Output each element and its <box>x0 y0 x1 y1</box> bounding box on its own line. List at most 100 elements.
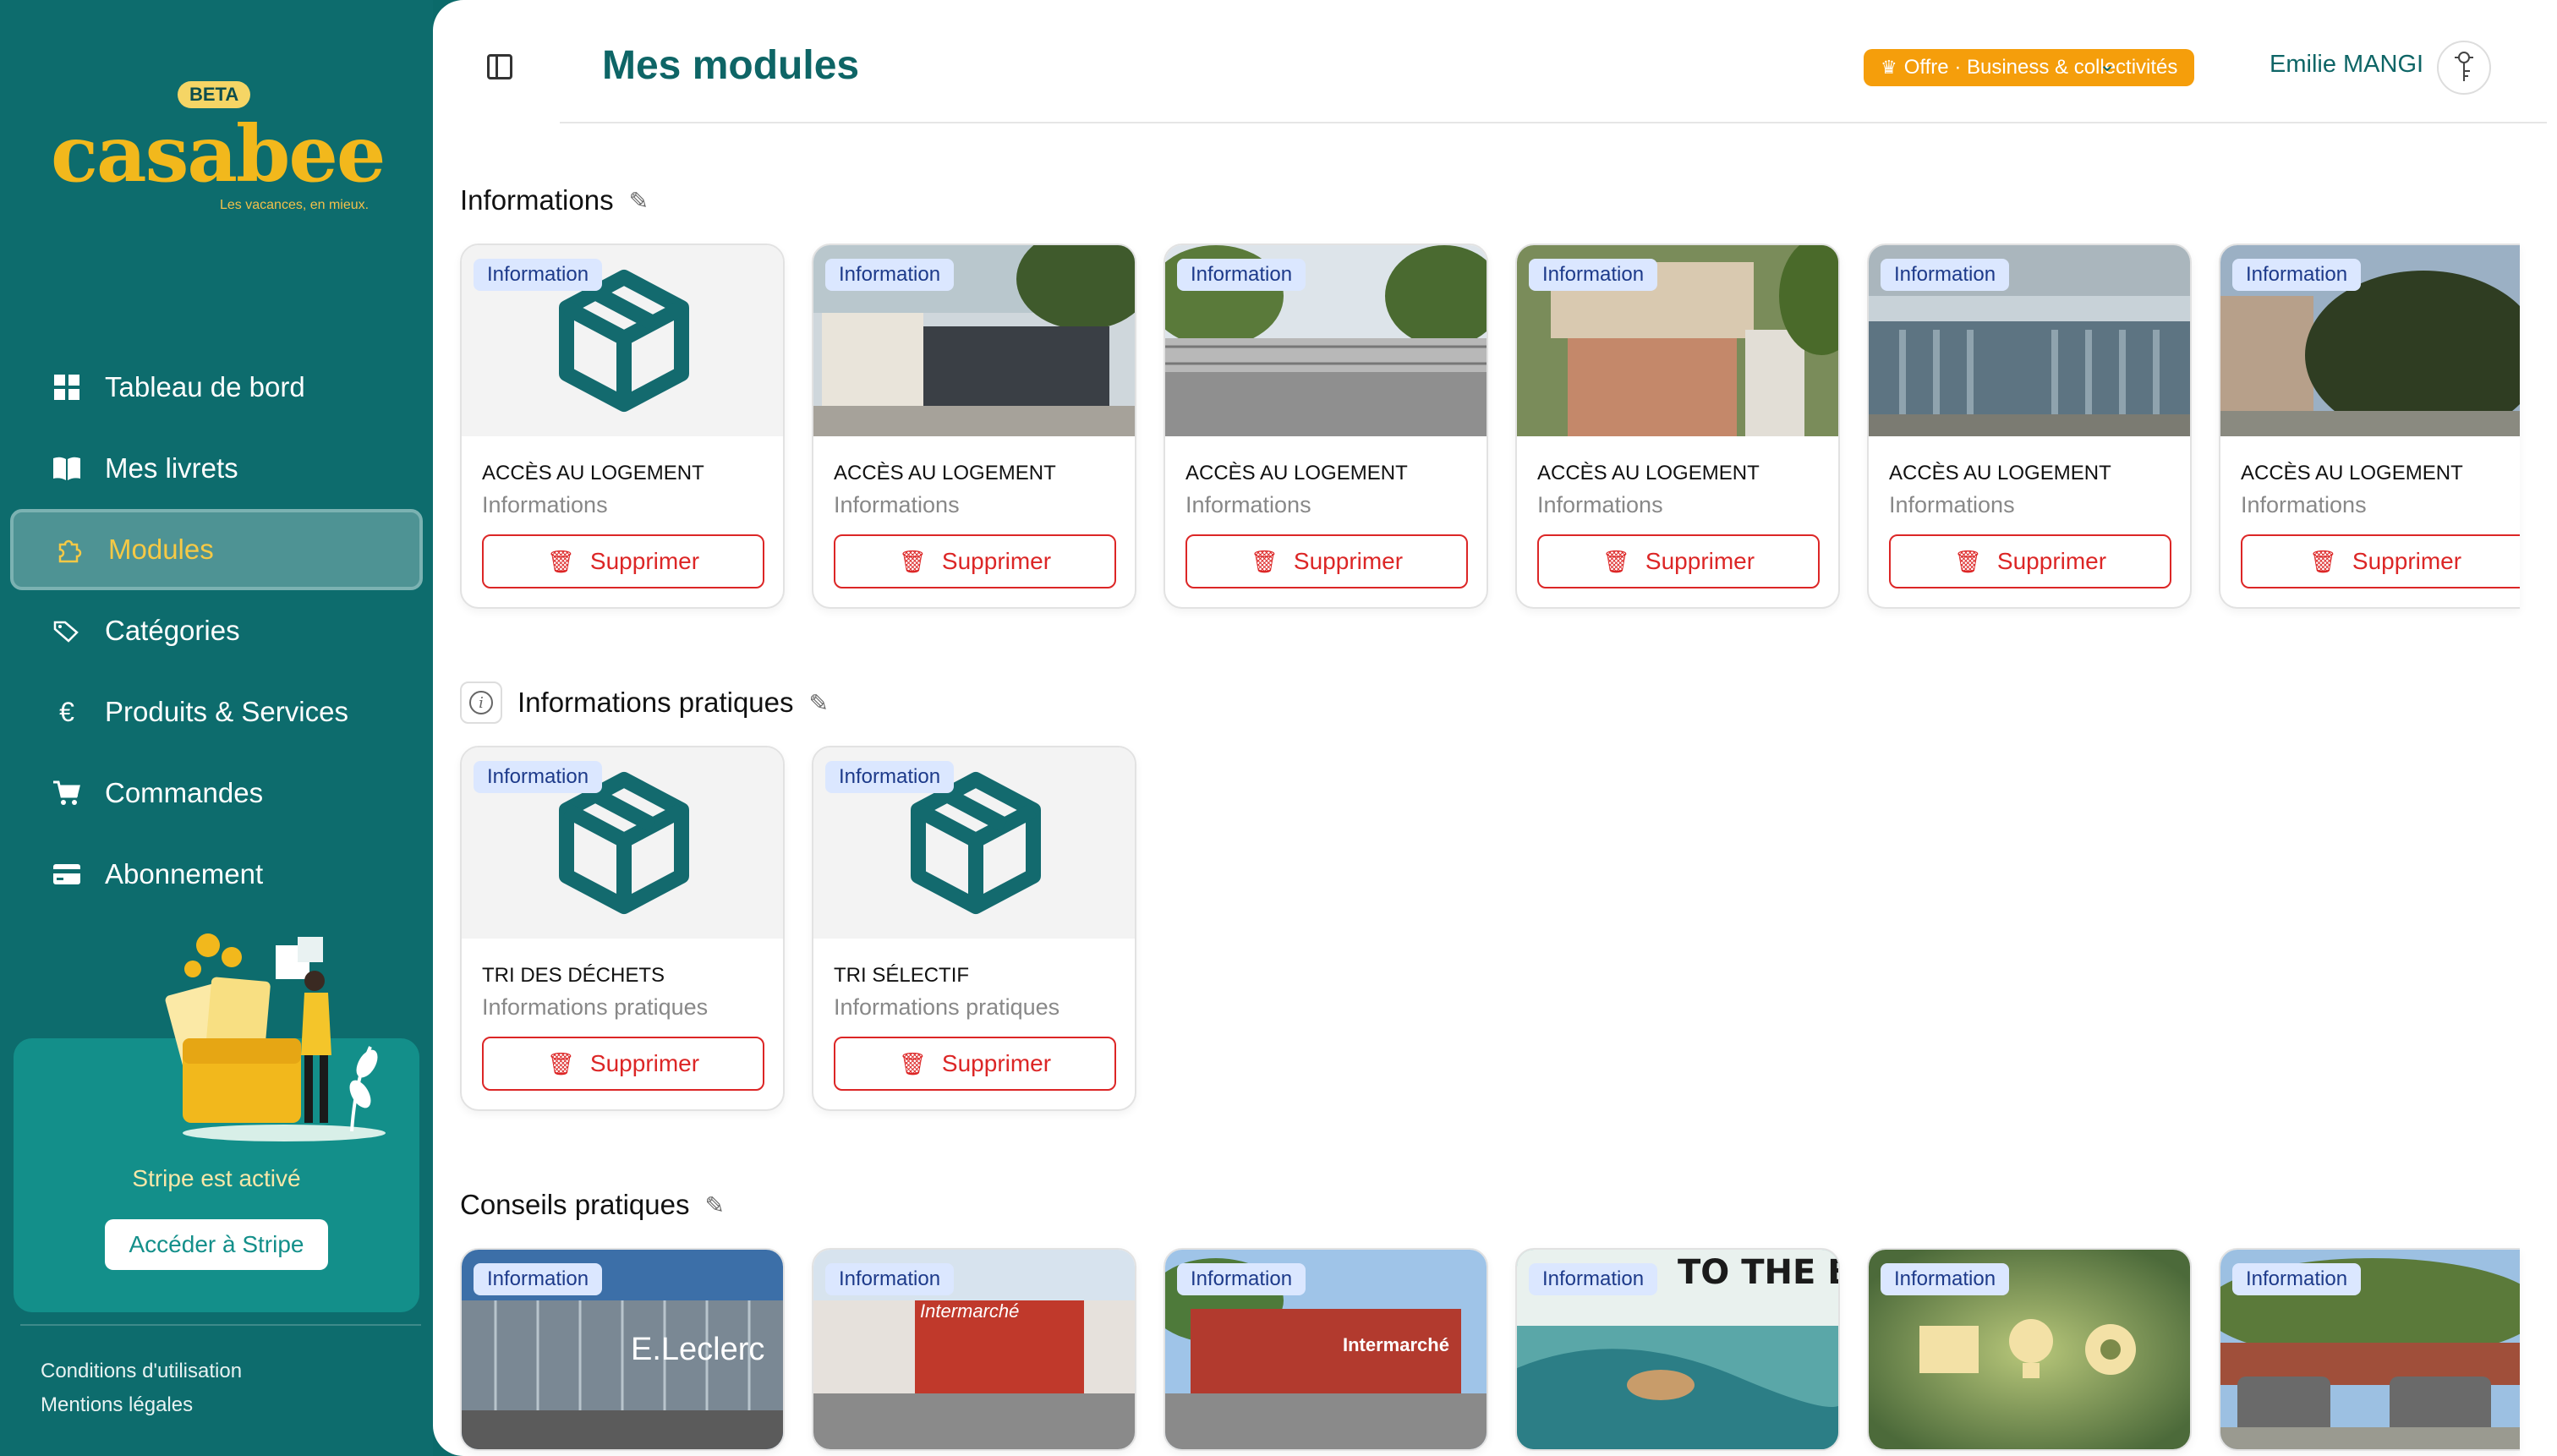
card-category: Informations pratiques <box>834 994 1060 1020</box>
sidebar-item-categories[interactable]: Catégories <box>10 590 423 671</box>
cards-row-conseils-pratiques: E.Leclerc Information Intermarché Inform… <box>460 1248 2520 1451</box>
trash-icon: 🗑 <box>898 548 927 574</box>
credit-card-icon <box>52 860 81 889</box>
sidebar-item-mes-livrets[interactable]: Mes livrets <box>10 428 423 509</box>
section-label: Informations pratiques <box>517 687 794 718</box>
card-badge: Information <box>474 259 603 291</box>
module-card[interactable]: Information ACCÈS AU LOGEMENT Informatio… <box>460 244 785 609</box>
cards-row-informations: Information ACCÈS AU LOGEMENT Informatio… <box>460 244 2520 609</box>
card-badge: Information <box>2232 259 2362 291</box>
module-card[interactable]: TO THE BEACH Information <box>1515 1248 1840 1451</box>
puzzle-icon <box>56 535 85 564</box>
module-card[interactable]: Information <box>1867 1248 2192 1451</box>
pencil-icon[interactable]: ✎ <box>704 1191 724 1219</box>
stripe-card: Stripe est activé Accéder à Stripe <box>14 933 419 1312</box>
delete-button[interactable]: 🗑 Supprimer <box>2241 534 2520 588</box>
card-category: Informations <box>1185 492 1311 517</box>
delete-button[interactable]: 🗑 Supprimer <box>834 534 1116 588</box>
dashboard-icon <box>52 373 81 402</box>
module-card[interactable]: E.Leclerc Information <box>460 1248 785 1451</box>
sidebar-item-label: Produits & Services <box>105 696 348 727</box>
user-name[interactable]: Emilie MANGI <box>2270 51 2423 79</box>
module-card[interactable]: Intermarché Information <box>1164 1248 1488 1451</box>
topbar: Mes modules ♛ Offre · Business & collect… <box>433 0 2557 123</box>
store-sign: Intermarché <box>1343 1334 1449 1355</box>
module-card[interactable]: Intermarché Information <box>812 1248 1136 1451</box>
trash-icon: 🗑 <box>898 1050 927 1076</box>
module-card[interactable]: Information ACCÈS AU LOGEMENT Informatio… <box>812 244 1136 609</box>
sidebar-toggle-icon[interactable] <box>487 54 512 79</box>
card-badge: Information <box>2232 1263 2362 1295</box>
delete-button[interactable]: 🗑 Supprimer <box>482 534 764 588</box>
card-title: ACCÈS AU LOGEMENT <box>834 462 1056 484</box>
module-card[interactable]: Information TRI DES DÉCHETS Informations… <box>460 746 785 1111</box>
sidebar-item-label: Mes livrets <box>105 452 238 484</box>
module-card[interactable]: Information <box>2219 1248 2520 1451</box>
pencil-icon[interactable]: ✎ <box>629 187 649 215</box>
card-category: Informations <box>482 492 608 517</box>
page-title: Mes modules <box>602 43 860 88</box>
delete-button[interactable]: 🗑 Supprimer <box>482 1037 764 1091</box>
sidebar: BETA casabee Les vacances, en mieux. Tab… <box>0 0 433 1456</box>
sidebar-item-produits-services[interactable]: € Produits & Services <box>10 671 423 753</box>
card-title: ACCÈS AU LOGEMENT <box>1185 462 1408 484</box>
card-category: Informations pratiques <box>482 994 709 1020</box>
card-badge: Information <box>825 259 955 291</box>
wallet-illustration <box>165 933 386 1141</box>
card-badge: Information <box>1177 1263 1306 1295</box>
cards-row-informations-pratiques: Information TRI DES DÉCHETS Informations… <box>460 746 1164 1111</box>
sidebar-divider <box>20 1324 421 1326</box>
module-card[interactable]: Information ACCÈS AU LOGEMENT Informatio… <box>1515 244 1840 609</box>
trash-icon: 🗑 <box>546 548 575 574</box>
card-title: TRI DES DÉCHETS <box>482 964 665 987</box>
module-card[interactable]: Information TRI SÉLECTIF Informations pr… <box>812 746 1136 1111</box>
card-title: ACCÈS AU LOGEMENT <box>2241 462 2463 484</box>
sidebar-item-tableau-de-bord[interactable]: Tableau de bord <box>10 347 423 428</box>
sidebar-footer: Conditions d'utilisation Mentions légale… <box>41 1355 242 1422</box>
sidebar-item-abonnement[interactable]: Abonnement <box>10 834 423 915</box>
trash-icon: 🗑 <box>1602 548 1630 574</box>
card-badge: Information <box>1529 259 1658 291</box>
module-card[interactable]: Information ACCÈS AU LOGEMENT Informatio… <box>2219 244 2520 609</box>
sidebar-item-modules[interactable]: Modules <box>10 509 423 590</box>
card-badge: Information <box>1881 259 2010 291</box>
book-icon <box>52 454 81 483</box>
surf-sign: TO THE BEACH <box>1678 1253 1838 1292</box>
card-badge: Information <box>825 761 955 793</box>
stripe-access-button[interactable]: Accéder à Stripe <box>105 1219 328 1270</box>
delete-button[interactable]: 🗑 Supprimer <box>834 1037 1116 1091</box>
casabee-logo[interactable]: BETA casabee Les vacances, en mieux. <box>51 74 389 227</box>
legal-link[interactable]: Mentions légales <box>41 1388 242 1422</box>
card-badge: Information <box>474 1263 603 1295</box>
sidebar-item-label: Tableau de bord <box>105 371 305 402</box>
module-card[interactable]: Information ACCÈS AU LOGEMENT Informatio… <box>1867 244 2192 609</box>
beta-badge: BETA <box>178 81 251 108</box>
terms-link[interactable]: Conditions d'utilisation <box>41 1355 242 1388</box>
store-sign: E.Leclerc <box>631 1332 764 1367</box>
avatar[interactable] <box>2437 41 2491 95</box>
offer-badge[interactable]: ♛ Offre · Business & collectivités <box>1864 49 2195 86</box>
card-title: ACCÈS AU LOGEMENT <box>482 462 704 484</box>
info-icon: i <box>460 681 502 724</box>
delete-button[interactable]: 🗑 Supprimer <box>1537 534 1820 588</box>
module-card[interactable]: Information ACCÈS AU LOGEMENT Informatio… <box>1164 244 1488 609</box>
logo-tagline: Les vacances, en mieux. <box>220 198 370 212</box>
card-category: Informations <box>1889 492 2015 517</box>
trash-icon: 🗑 <box>1953 548 1982 574</box>
section-title-informations: Informations ✎ <box>460 184 649 216</box>
card-title: TRI SÉLECTIF <box>834 964 970 987</box>
sidebar-nav: Tableau de bord Mes livrets Modules Caté… <box>10 347 423 915</box>
card-badge: Information <box>474 761 603 793</box>
card-badge: Information <box>1177 259 1306 291</box>
delete-button[interactable]: 🗑 Supprimer <box>1889 534 2171 588</box>
euro-icon: € <box>59 696 74 727</box>
crown-icon: ♛ <box>1881 57 1897 78</box>
chevron-down-icon[interactable]: ⌄ <box>2099 52 2116 77</box>
header-divider <box>560 122 2547 123</box>
card-category: Informations <box>2241 492 2367 517</box>
delete-button[interactable]: 🗑 Supprimer <box>1185 534 1468 588</box>
card-badge: Information <box>825 1263 955 1295</box>
sidebar-item-commandes[interactable]: Commandes <box>10 753 423 834</box>
tags-icon <box>52 616 81 645</box>
pencil-icon[interactable]: ✎ <box>809 689 829 717</box>
